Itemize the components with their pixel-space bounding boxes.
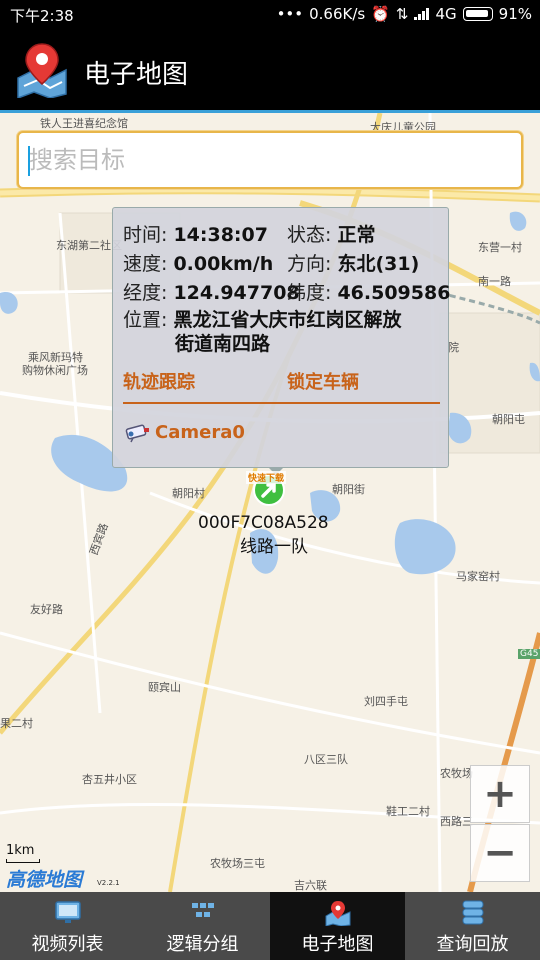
map-label: 铁人王进喜纪念馆 bbox=[40, 117, 128, 130]
map-label: 朝阳屯 bbox=[492, 413, 525, 426]
popup-row-time: 时间: 14:38:07 bbox=[123, 220, 268, 247]
latitude-label: 纬度: bbox=[287, 282, 332, 304]
map-scale-label: 1km bbox=[6, 843, 35, 858]
popup-row-latitude: 纬度: 46.509586 bbox=[287, 278, 450, 305]
zoom-out-button[interactable]: − bbox=[470, 824, 530, 882]
nav-label: 视频列表 bbox=[31, 934, 104, 955]
speed-label: 速度: bbox=[123, 253, 168, 275]
battery-icon bbox=[462, 7, 493, 21]
nav-label: 查询回放 bbox=[436, 934, 509, 955]
map-label: 南一路 bbox=[478, 275, 511, 288]
map-icon bbox=[325, 901, 350, 926]
speed-value: 0.00km/h bbox=[173, 253, 274, 275]
camera-icon bbox=[125, 424, 149, 442]
vehicle-info-popup: 时间: 14:38:07 状态: 正常 速度: 0.00km/h 方向: 东北(… bbox=[112, 207, 450, 468]
vehicle-id-label: 000F7C08A528 bbox=[198, 513, 329, 533]
group-icon bbox=[191, 903, 214, 917]
zoom-in-button[interactable]: + bbox=[470, 765, 530, 823]
dots-icon: ••• bbox=[276, 5, 304, 23]
map-label: 东营一村 bbox=[478, 241, 522, 254]
popup-row-direction: 方向: 东北(31) bbox=[287, 249, 419, 276]
track-follow-button[interactable]: 轨迹跟踪 bbox=[123, 368, 195, 394]
direction-label: 方向: bbox=[287, 253, 332, 275]
popup-row-longitude: 经度: 124.947708 bbox=[123, 278, 300, 305]
map-label: 朝阳村 bbox=[172, 487, 205, 500]
map-brand-logo: 高德地图 bbox=[6, 869, 83, 891]
location-label: 位置: bbox=[123, 309, 168, 331]
nav-label: 逻辑分组 bbox=[166, 934, 239, 955]
signal-icon bbox=[414, 8, 430, 20]
text-cursor bbox=[28, 146, 30, 176]
battery-level: 91% bbox=[498, 5, 532, 23]
time-value: 14:38:07 bbox=[173, 224, 268, 246]
map-label: 友好路 bbox=[30, 603, 63, 616]
map-label: 马家窑村 bbox=[456, 570, 500, 583]
nav-logic-group[interactable]: 逻辑分组 bbox=[135, 892, 270, 960]
map-label: 农牧场 bbox=[440, 767, 473, 780]
data-arrows-icon: ⇅ bbox=[395, 5, 409, 23]
status-bar: 下午2:38 ••• 0.66K/s ⏰ ⇅ 4G 91% bbox=[0, 0, 540, 30]
download-badge: 快速下载 bbox=[246, 471, 287, 484]
page-title: 电子地图 bbox=[84, 60, 189, 90]
map-label: 鞋工二村 bbox=[386, 805, 430, 818]
status-label: 状态: bbox=[287, 224, 332, 246]
nav-label: 电子地图 bbox=[301, 934, 374, 955]
map-label: 果二村 bbox=[0, 717, 33, 730]
vehicle-group-label: 线路一队 bbox=[240, 537, 308, 557]
title-bar: 电子地图 bbox=[0, 30, 540, 110]
search-box[interactable] bbox=[17, 131, 523, 189]
camera-label: Camera0 bbox=[155, 422, 245, 443]
location-value-line2: 街道南四路 bbox=[175, 333, 271, 355]
longitude-label: 经度: bbox=[123, 282, 168, 304]
nav-electronic-map[interactable]: 电子地图 bbox=[270, 892, 405, 960]
search-input[interactable] bbox=[19, 133, 521, 187]
status-time: 下午2:38 bbox=[10, 7, 74, 25]
map-view[interactable]: 铁人王进喜纪念馆 大庆儿童公园 东湖第二社区 乘风新玛特 购物休闲广场 东营一村… bbox=[0, 113, 540, 892]
popup-row-speed: 速度: 0.00km/h bbox=[123, 249, 273, 276]
map-label: 杏五井小区 bbox=[82, 773, 137, 786]
network-speed: 0.66K/s bbox=[309, 5, 366, 23]
map-label: 八区三队 bbox=[304, 753, 348, 766]
longitude-value: 124.947708 bbox=[173, 282, 300, 304]
status-value: 正常 bbox=[337, 224, 376, 246]
map-label: 吉六联 bbox=[294, 879, 327, 892]
map-label: 院 bbox=[448, 341, 459, 354]
popup-row-status: 状态: 正常 bbox=[287, 220, 375, 247]
alarm-icon: ⏰ bbox=[371, 5, 390, 23]
lock-vehicle-button[interactable]: 锁定车辆 bbox=[287, 368, 359, 394]
map-scale-bar bbox=[6, 859, 40, 863]
map-pin-app-icon bbox=[17, 43, 67, 98]
database-icon bbox=[462, 900, 483, 925]
latitude-value: 46.509586 bbox=[337, 282, 451, 304]
popup-row-location-2: 街道南四路 bbox=[175, 329, 270, 356]
map-brand-version: V2.2.1 bbox=[97, 879, 120, 887]
network-type: 4G bbox=[435, 5, 457, 23]
popup-row-location: 位置: 黑龙江省大庆市红岗区解放 bbox=[123, 305, 401, 332]
nav-video-list[interactable]: 视频列表 bbox=[0, 892, 135, 960]
camera-link[interactable]: Camera0 bbox=[125, 422, 245, 443]
map-label: 颐宾山 bbox=[148, 681, 181, 694]
nav-query-playback[interactable]: 查询回放 bbox=[405, 892, 540, 960]
map-label: 朝阳街 bbox=[332, 483, 365, 496]
popup-divider bbox=[123, 402, 440, 404]
map-label: 西路三 bbox=[440, 815, 473, 828]
bottom-nav: 视频列表 逻辑分组 电子地图 查询回放 bbox=[0, 892, 540, 960]
map-label: 农牧场三屯 bbox=[210, 857, 265, 870]
location-value-line1: 黑龙江省大庆市红岗区解放 bbox=[173, 309, 402, 331]
highway-shield: G45 bbox=[518, 649, 540, 659]
direction-value: 东北(31) bbox=[337, 253, 420, 275]
map-label: 购物休闲广场 bbox=[22, 364, 88, 377]
monitor-icon bbox=[54, 901, 81, 923]
time-label: 时间: bbox=[123, 224, 168, 246]
status-right: ••• 0.66K/s ⏰ ⇅ 4G 91% bbox=[277, 5, 532, 23]
map-label: 刘四手屯 bbox=[364, 695, 408, 708]
